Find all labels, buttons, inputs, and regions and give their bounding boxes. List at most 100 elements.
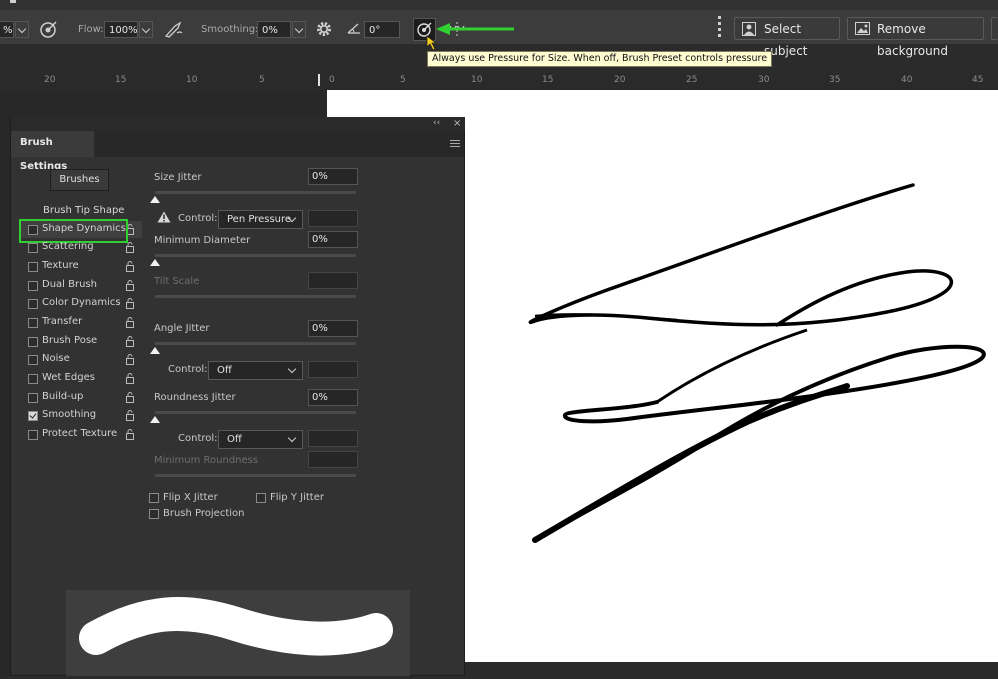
- ruler-label: 15: [542, 75, 554, 85]
- ruler-label: 20: [44, 75, 56, 85]
- ruler-label: 25: [686, 75, 698, 85]
- lock-icon[interactable]: [126, 373, 134, 384]
- tilt-scale-slider: [155, 295, 356, 298]
- category-dual-brush[interactable]: Dual Brush: [20, 277, 142, 294]
- category-color-dynamics[interactable]: Color Dynamics: [20, 295, 142, 312]
- lock-icon[interactable]: [126, 298, 134, 309]
- collapse-panel-icon[interactable]: ‹‹: [433, 118, 440, 128]
- flip-y-checkbox[interactable]: [256, 493, 266, 503]
- category-checkbox-checked[interactable]: [28, 411, 38, 421]
- angle-control-dropdown[interactable]: Off: [208, 361, 303, 380]
- size-jitter-slider[interactable]: [155, 191, 356, 194]
- minimum-roundness-slider: [155, 474, 356, 477]
- category-checkbox[interactable]: [28, 430, 38, 440]
- minimum-diameter-thumb[interactable]: [150, 259, 160, 266]
- minimum-roundness-label: Minimum Roundness: [154, 455, 259, 466]
- panel-titlebar[interactable]: [11, 117, 465, 131]
- category-transfer[interactable]: Transfer: [20, 314, 142, 331]
- category-checkbox[interactable]: [28, 355, 38, 365]
- category-texture[interactable]: Texture: [20, 258, 142, 275]
- ruler-label: 5: [400, 75, 406, 85]
- brush-tip-shape-item[interactable]: Brush Tip Shape: [43, 205, 124, 216]
- angle-jitter-slider[interactable]: [155, 342, 356, 345]
- lock-icon[interactable]: [126, 354, 134, 365]
- more-button[interactable]: [991, 17, 998, 40]
- panel-tab-strip: [94, 131, 464, 157]
- roundness-jitter-slider[interactable]: [155, 411, 356, 414]
- remove-background-label: Remove background: [877, 22, 948, 58]
- toolbar-drag-handle[interactable]: [718, 16, 722, 42]
- minimum-diameter-slider[interactable]: [155, 254, 356, 257]
- preview-stroke: [79, 596, 393, 656]
- flow-field[interactable]: 100%: [104, 21, 138, 38]
- minimum-diameter-field[interactable]: 0%: [308, 231, 358, 248]
- smoothing-dropdown[interactable]: [292, 21, 306, 38]
- category-label: Brush Pose: [42, 335, 98, 346]
- category-protect-texture[interactable]: Protect Texture: [20, 426, 142, 443]
- opacity-field[interactable]: %: [0, 21, 14, 38]
- angle-control-label: Control:: [168, 364, 208, 375]
- angle-jitter-thumb[interactable]: [150, 347, 160, 354]
- category-checkbox[interactable]: [28, 374, 38, 384]
- tooltip: Always use Pressure for Size. When off, …: [427, 51, 773, 67]
- roundness-control-dropdown[interactable]: Off: [218, 430, 303, 449]
- flip-x-checkbox[interactable]: [149, 493, 159, 503]
- select-subject-label: Select subject: [764, 22, 808, 58]
- green-arrow-annotation: [436, 23, 514, 35]
- angle-icon: [347, 23, 360, 34]
- warning-icon: [157, 211, 171, 223]
- category-checkbox[interactable]: [28, 337, 38, 347]
- angle-field[interactable]: 0°: [364, 21, 400, 38]
- person-icon: [742, 22, 756, 36]
- image-icon: [855, 22, 870, 35]
- size-jitter-thumb[interactable]: [150, 196, 160, 203]
- mouse-cursor-icon: [426, 35, 438, 51]
- category-label: Build-up: [42, 391, 84, 402]
- close-panel-icon[interactable]: ×: [453, 118, 461, 129]
- lock-icon[interactable]: [126, 392, 134, 403]
- flow-dropdown[interactable]: [139, 21, 153, 38]
- category-checkbox[interactable]: [28, 243, 38, 253]
- menu-fragment: [10, 0, 16, 3]
- gear-icon[interactable]: [315, 20, 333, 38]
- category-checkbox[interactable]: [28, 299, 38, 309]
- ruler-label: 10: [471, 75, 483, 85]
- category-checkbox[interactable]: [28, 262, 38, 272]
- category-checkbox[interactable]: [28, 281, 38, 291]
- opacity-dropdown[interactable]: [15, 21, 29, 38]
- angle-jitter-field[interactable]: 0%: [308, 320, 358, 337]
- roundness-jitter-thumb[interactable]: [150, 416, 160, 423]
- category-checkbox[interactable]: [28, 393, 38, 403]
- lock-icon[interactable]: [126, 410, 134, 421]
- size-jitter-field[interactable]: 0%: [308, 168, 358, 185]
- smoothing-field[interactable]: 0%: [257, 21, 291, 38]
- size-control-dropdown[interactable]: Pen Pressure: [218, 210, 303, 229]
- airbrush-icon[interactable]: [163, 20, 185, 40]
- pressure-opacity-icon[interactable]: [39, 20, 59, 40]
- remove-background-button[interactable]: Remove background: [847, 17, 984, 58]
- category-smoothing[interactable]: Smoothing: [20, 407, 142, 424]
- panel-menu-icon[interactable]: [450, 140, 460, 147]
- category-scattering[interactable]: Scattering: [20, 239, 142, 256]
- lock-icon[interactable]: [126, 261, 134, 272]
- lock-icon[interactable]: [126, 242, 134, 253]
- category-label: Scattering: [42, 241, 94, 252]
- menu-strip: [0, 0, 998, 10]
- tab-brush-settings[interactable]: Brush Settings: [11, 131, 94, 172]
- smoothing-label: Smoothing:: [201, 24, 259, 35]
- lock-icon[interactable]: [126, 429, 134, 440]
- lock-icon[interactable]: [126, 317, 134, 328]
- category-wet-edges[interactable]: Wet Edges: [20, 370, 142, 387]
- category-build-up[interactable]: Build-up: [20, 389, 142, 406]
- roundness-jitter-field[interactable]: 0%: [308, 389, 358, 406]
- brushes-button[interactable]: Brushes: [50, 169, 109, 191]
- select-subject-button[interactable]: Select subject: [734, 17, 840, 58]
- category-label: Wet Edges: [42, 372, 95, 383]
- lock-icon[interactable]: [126, 280, 134, 291]
- category-noise[interactable]: Noise: [20, 351, 142, 368]
- category-checkbox[interactable]: [28, 318, 38, 328]
- brush-projection-checkbox[interactable]: [149, 509, 159, 519]
- category-label: Smoothing: [42, 409, 97, 420]
- lock-icon[interactable]: [126, 336, 134, 347]
- category-brush-pose[interactable]: Brush Pose: [20, 333, 142, 350]
